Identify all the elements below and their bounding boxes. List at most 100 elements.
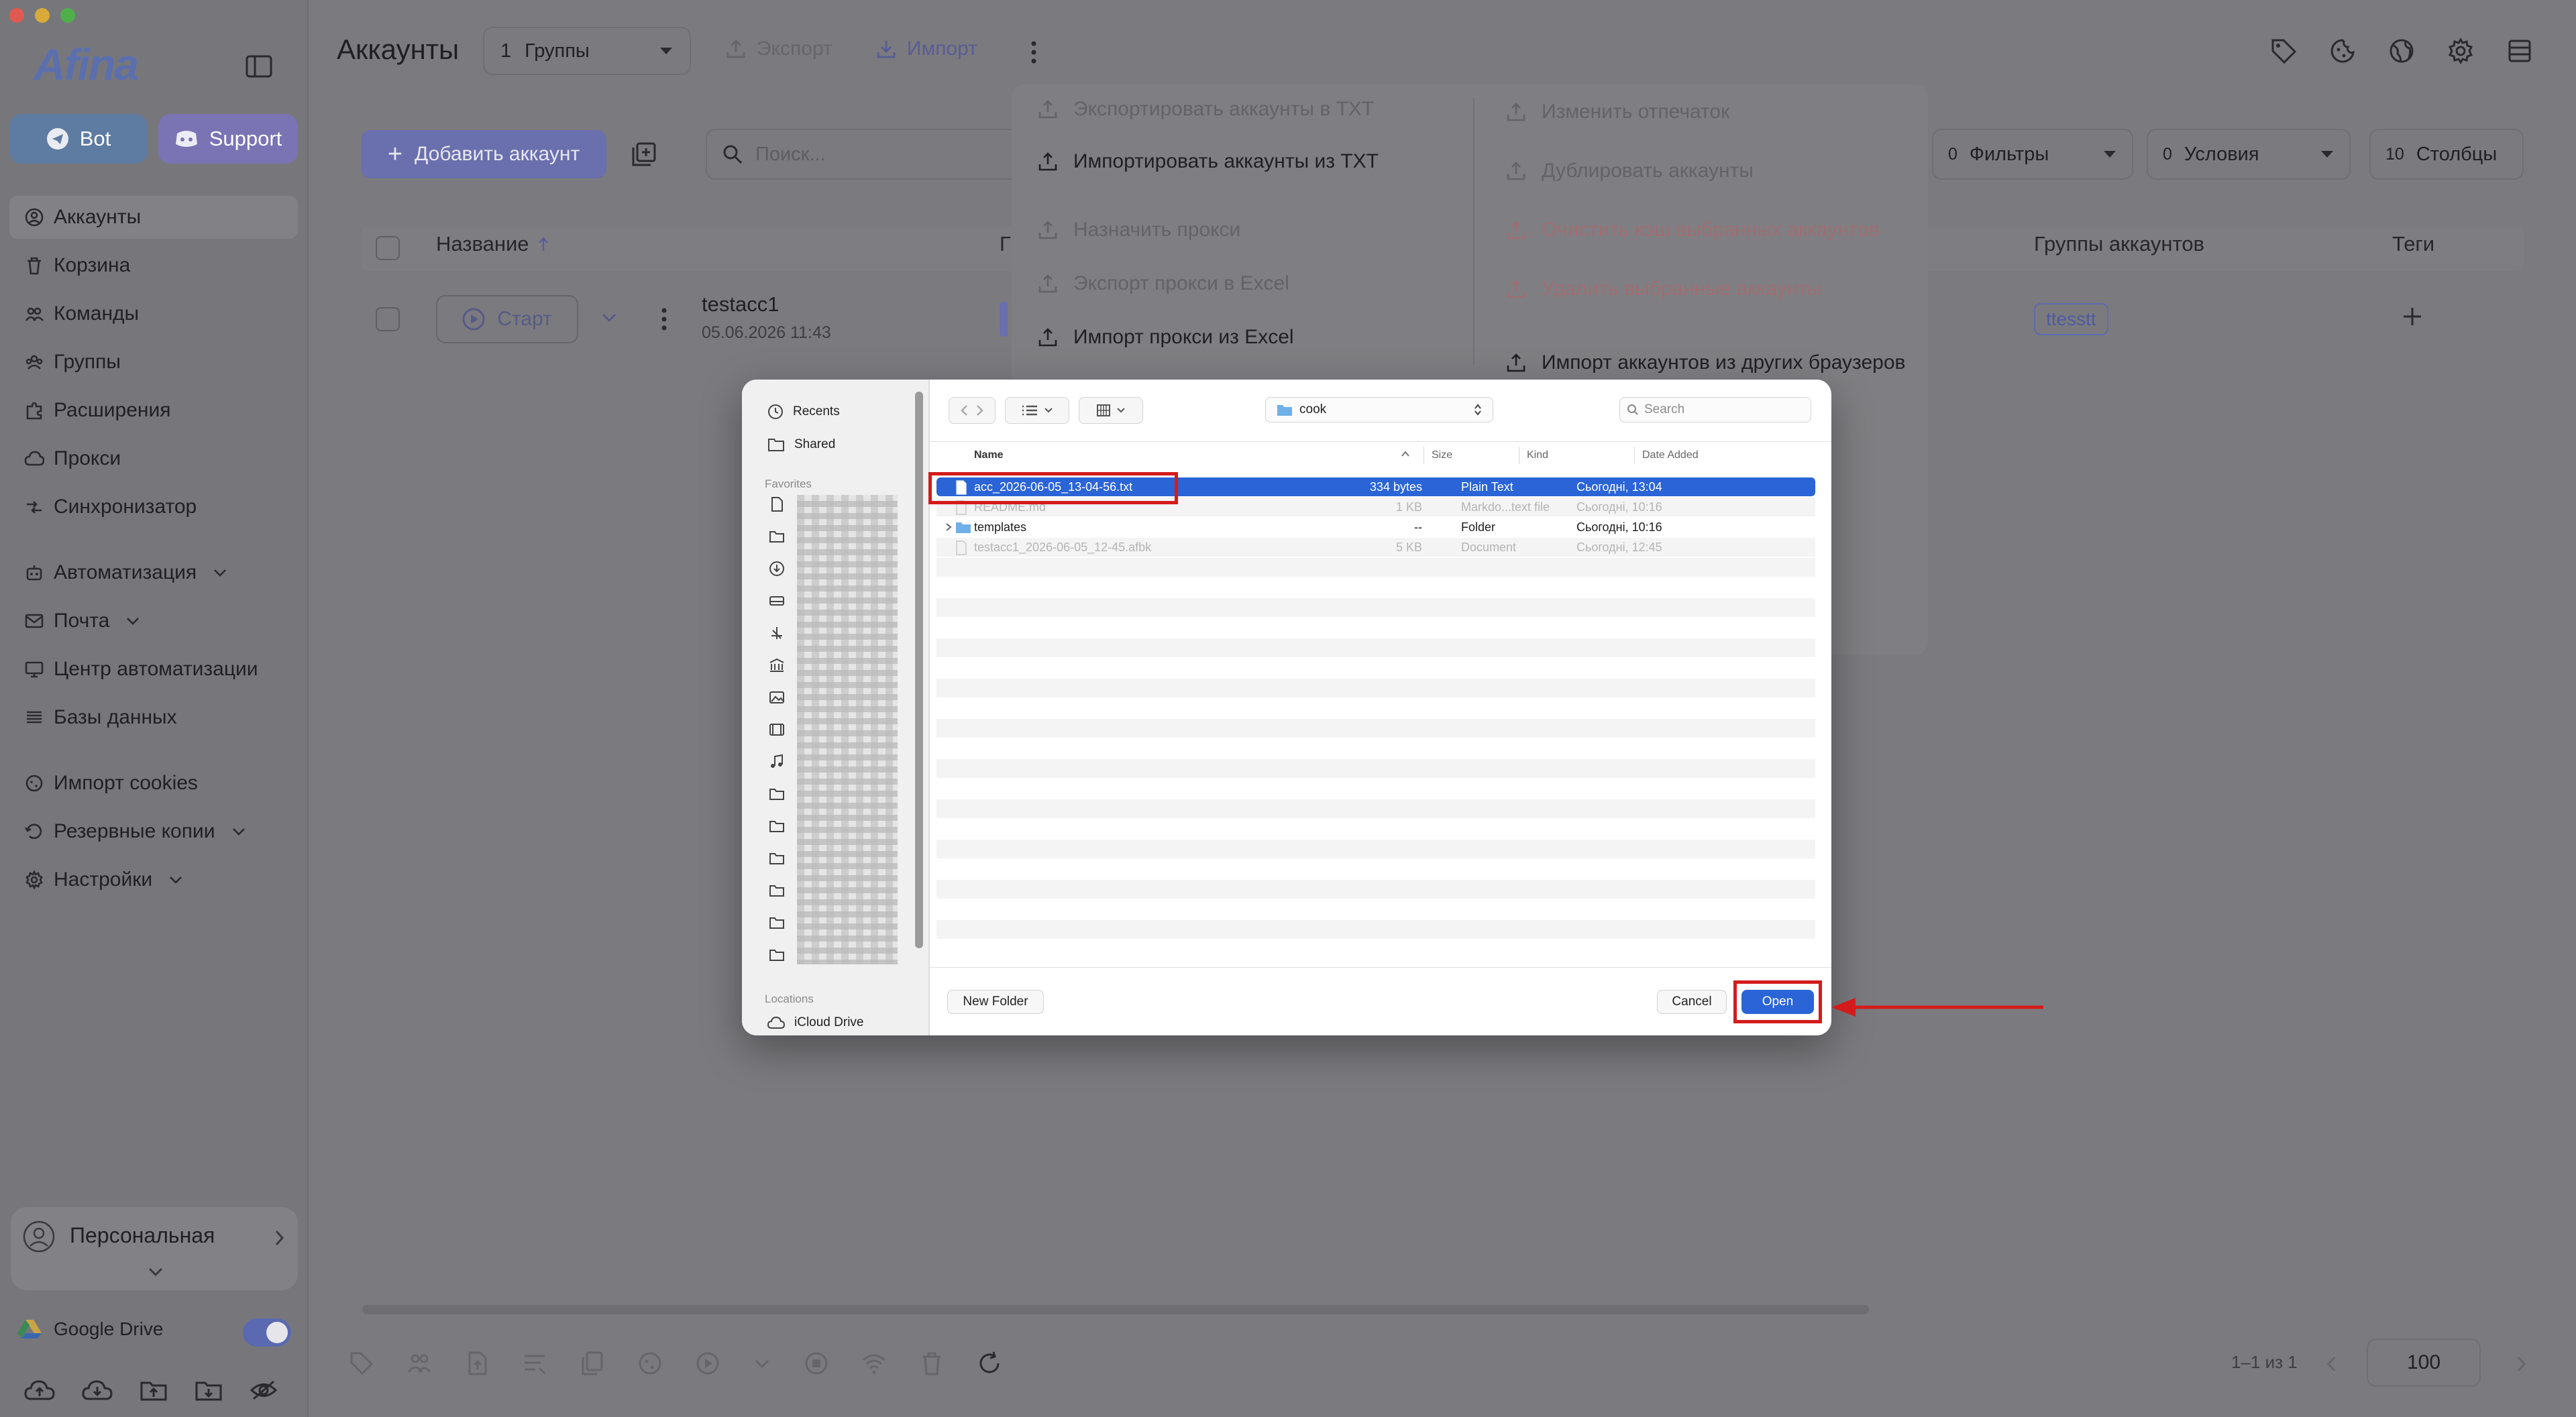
sidebar-item-5[interactable]: Прокси [9,437,298,480]
groups-select[interactable]: 1 Группы [483,27,691,75]
row-more-icon[interactable] [660,307,668,331]
window-close-button[interactable] [9,8,24,23]
favorite-folder-icon[interactable] [769,786,785,802]
bulk-wifi-icon[interactable] [861,1351,887,1376]
file-row[interactable]: testacc1_2026-06-05_12-45.afbk 5 KB Docume… [936,538,1815,557]
favorite-folder-icon[interactable] [769,915,785,931]
bulk-tag-icon[interactable] [349,1351,374,1376]
sidebar-item-6[interactable]: Синхронизатор [9,486,298,528]
settings-gear-icon[interactable] [2447,38,2474,64]
file-row[interactable]: templates -- Folder Сьогодні, 10:16 [936,518,1815,536]
group-tag[interactable]: ttesstt [2034,303,2108,335]
column-date-added[interactable]: Date Added [1642,449,1699,461]
bulk-play-icon[interactable] [695,1351,720,1376]
new-folder-button[interactable]: New Folder [947,990,1044,1014]
favorite-document-icon[interactable] [769,496,785,512]
favorite-folder-icon[interactable] [769,528,785,545]
sidebar-item-9[interactable]: Центр автоматизации [9,648,298,691]
column-name[interactable]: Name [974,449,1004,461]
chevron-down-icon[interactable] [148,1266,164,1278]
import-button[interactable]: Импорт [876,38,977,60]
sidebar-item-13[interactable]: Настройки [9,858,298,901]
list-view-button[interactable] [1005,397,1069,424]
batch-add-icon[interactable] [631,141,657,168]
bulk-team-icon[interactable] [407,1351,432,1376]
select-all-checkbox[interactable] [376,236,400,260]
window-zoom-button[interactable] [60,8,75,23]
sidebar-item-2[interactable]: Команды [9,292,298,335]
cloud-download-icon[interactable] [82,1379,113,1402]
columns-button[interactable]: 10 Столбцы [2369,129,2524,180]
column-name-header[interactable]: Название [436,232,549,256]
more-vertical-icon[interactable] [1029,40,1038,64]
prev-page-icon[interactable] [2325,1355,2337,1373]
back-forward-buttons[interactable] [949,397,996,424]
bulk-trash-icon[interactable] [919,1351,945,1376]
folder-path-select[interactable]: cook [1265,397,1493,422]
sidebar-item-7[interactable]: Автоматизация [9,551,298,594]
cancel-button[interactable]: Cancel [1657,990,1727,1014]
column-tags-header[interactable]: Теги [2392,232,2434,256]
bulk-chevron-down-icon[interactable] [753,1351,771,1376]
favorite-music-icon[interactable] [769,754,785,770]
cookie-icon[interactable] [2329,38,2356,64]
grid-view-button[interactable] [1079,397,1143,424]
sidebar-item-0[interactable]: Аккаунты [9,196,298,239]
bulk-list-icon[interactable] [522,1351,547,1376]
globe-icon[interactable] [2388,38,2415,64]
favorite-drive-icon[interactable] [769,593,785,609]
favorite-folder-icon[interactable] [769,947,785,963]
menu-item-left-1[interactable]: Импортировать аккаунты из TXT [1037,150,1379,173]
conditions-select[interactable]: 0 Условия [2147,129,2351,180]
tag-icon[interactable] [2270,38,2297,64]
sidebar-item-recents[interactable]: Recents [767,404,840,420]
favorite-folder-icon[interactable] [769,850,785,866]
support-button[interactable]: Support [158,114,298,164]
menu-item-right-4[interactable]: Импорт аккаунтов из других браузеров [1505,351,1905,374]
export-button[interactable]: Экспорт [726,38,833,60]
dialog-search-input[interactable]: Search [1619,397,1811,422]
column-size[interactable]: Size [1432,449,1452,461]
add-account-button[interactable]: + Добавить аккаунт [361,130,606,178]
add-tag-icon[interactable] [2402,306,2423,327]
open-button[interactable]: Open [1741,990,1814,1014]
google-drive-toggle[interactable] [243,1318,291,1347]
sidebar-item-shared[interactable]: Shared [767,437,835,452]
folder-upload-icon[interactable] [140,1379,168,1402]
search-input[interactable]: Поиск... [706,129,1021,180]
favorite-photos-icon[interactable] [769,689,785,705]
layout-icon[interactable] [2506,38,2533,64]
forward-icon[interactable] [975,404,984,417]
column-kind[interactable]: Kind [1527,449,1548,461]
bulk-stop-icon[interactable] [804,1351,829,1376]
sidebar-item-11[interactable]: Импорт cookies [9,762,298,805]
row-checkbox[interactable] [376,307,400,331]
horizontal-scrollbar[interactable] [362,1305,1869,1314]
favorite-folder-icon[interactable] [769,818,785,834]
favorite-folder-icon[interactable] [769,883,785,899]
bulk-copy-icon[interactable] [580,1351,605,1376]
refresh-icon[interactable] [977,1351,1002,1376]
disclosure-triangle-icon[interactable] [945,522,953,532]
sidebar-item-icloud[interactable]: iCloud Drive [767,1015,863,1030]
back-icon[interactable] [960,404,969,417]
sidebar-scrollbar[interactable] [915,392,923,948]
eye-off-icon[interactable] [250,1379,278,1402]
favorite-apps-icon[interactable] [769,625,785,641]
start-button[interactable]: Старт [436,295,578,343]
favorite-library-icon[interactable] [769,657,785,673]
menu-item-left-4[interactable]: Импорт прокси из Excel [1037,326,1294,349]
sidebar-item-8[interactable]: Почта [9,600,298,642]
start-options-chevron-icon[interactable] [601,313,617,323]
page-size-input[interactable]: 100 [2367,1339,2481,1387]
column-groups-header[interactable]: Группы аккаунтов [2034,232,2204,256]
sidebar-item-10[interactable]: Базы данных [9,696,298,739]
window-minimize-button[interactable] [35,8,50,23]
sidebar-item-12[interactable]: Резервные копии [9,810,298,853]
next-page-icon[interactable] [2516,1355,2528,1373]
filters-select[interactable]: 0 Фильтры [1932,129,2133,180]
bot-button[interactable]: Bot [9,114,148,164]
account-name[interactable]: testacc1 [702,292,779,317]
profile-switcher[interactable]: Персональная [11,1207,298,1290]
bulk-export-icon[interactable] [464,1351,490,1376]
